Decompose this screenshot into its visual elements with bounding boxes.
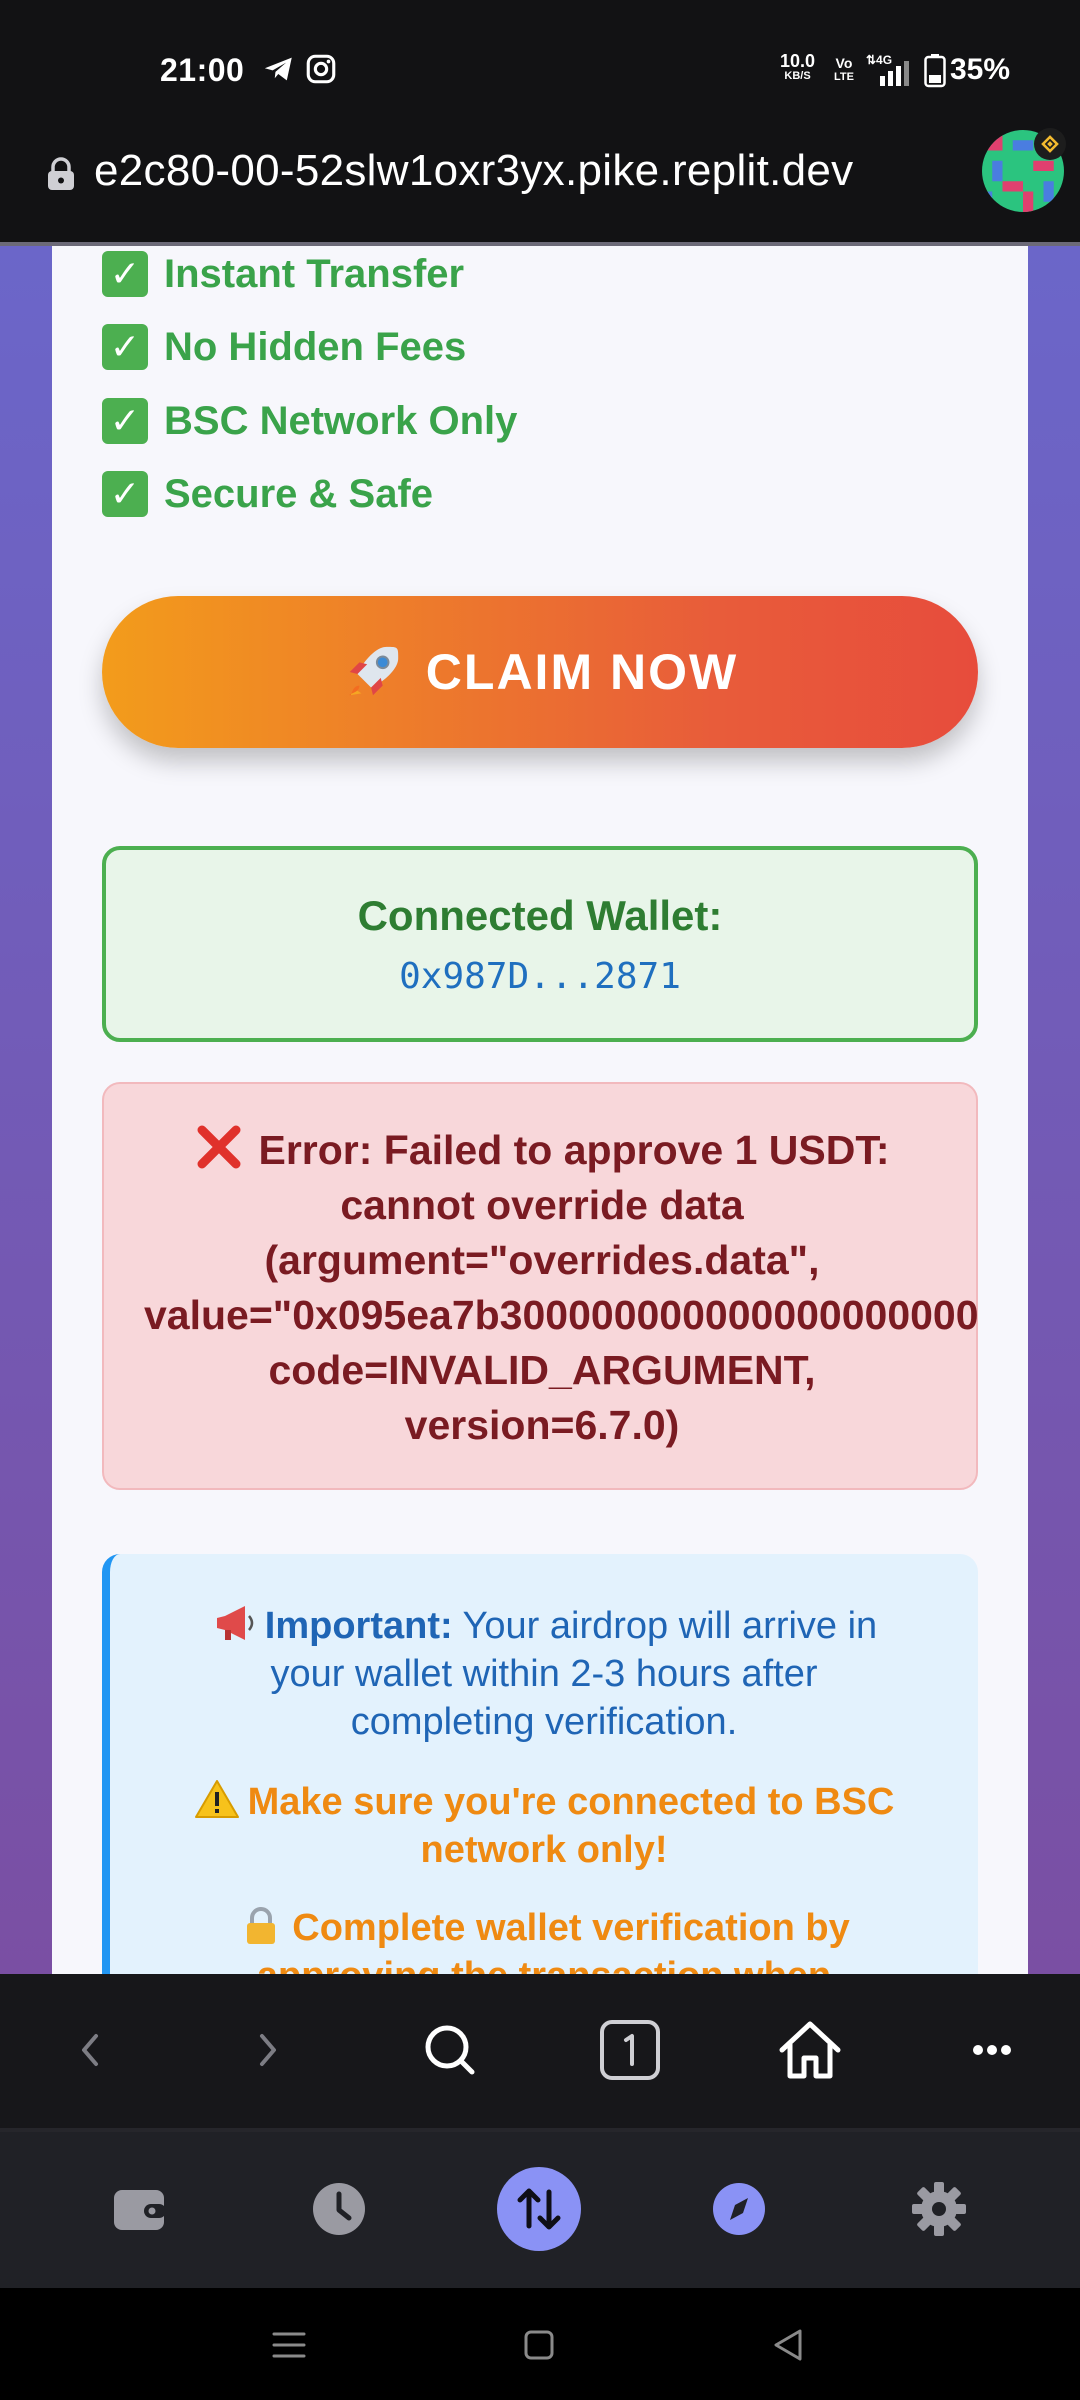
home-icon[interactable] <box>766 2006 854 2094</box>
instagram-icon <box>306 54 336 84</box>
feature-label: Secure & Safe <box>164 471 434 516</box>
error-line: code=INVALID_ARGUMENT, <box>268 1347 816 1393</box>
system-nav-bar <box>0 2288 1080 2400</box>
browser-url-bar[interactable]: e2c80-00-52slw1oxr3yx.pike.replit.dev <box>0 128 1080 244</box>
swap-icon[interactable] <box>496 2166 582 2252</box>
network-speed-value: 10.0 <box>780 51 816 71</box>
important-text: your wallet within 2-3 hours after <box>270 1653 818 1695</box>
volte-top: Vo <box>835 55 853 71</box>
battery-percent: 35% <box>950 53 1011 86</box>
bnb-badge-icon <box>1034 128 1066 160</box>
feature-item: ✓ BSC Network Only <box>102 397 518 445</box>
connected-wallet-box: Connected Wallet: 0x987D...2871 <box>102 846 978 1042</box>
feature-label: BSC Network Only <box>164 398 518 443</box>
url-text[interactable]: e2c80-00-52slw1oxr3yx.pike.replit.dev <box>94 146 854 196</box>
important-info-box: Important: Your airdrop will arrive in y… <box>102 1554 978 1974</box>
svg-text:⇅4G: ⇅4G <box>866 53 892 67</box>
warning-text: network only! <box>420 1829 668 1871</box>
cross-mark-icon <box>197 1125 241 1169</box>
volte-bottom: LTE <box>834 71 854 83</box>
battery-icon <box>924 54 946 88</box>
important-text: completing verification. <box>350 1701 738 1743</box>
connected-wallet-title: Connected Wallet: <box>357 892 723 939</box>
settings-icon[interactable] <box>896 2166 982 2252</box>
error-line: (argument="overrides.data", <box>264 1237 820 1283</box>
megaphone-icon <box>216 1606 254 1640</box>
search-icon[interactable] <box>406 2006 494 2094</box>
telegram-icon <box>264 57 292 81</box>
error-line-text: Error: Failed to approve 1 USDT: <box>258 1127 890 1173</box>
wallet-address: 0x987D...2871 <box>399 956 681 997</box>
claim-now-button[interactable]: CLAIM NOW <box>102 596 978 748</box>
check-mark-icon: ✓ <box>102 398 148 445</box>
check-mark-icon: ✓ <box>102 251 148 298</box>
error-message-box: Error: Failed to approve 1 USDT: cannot … <box>102 1082 980 1490</box>
important-label: Important: <box>264 1605 453 1647</box>
claim-now-label: CLAIM NOW <box>425 644 739 700</box>
browser-toolbar <box>0 1974 1080 2128</box>
status-bar: 21:00 10.0 KB/S Vo LTE ⇅4G 35% <box>0 0 1080 136</box>
important-text: Your airdrop will arrive in <box>462 1605 878 1647</box>
error-text: Error: Failed to approve 1 USDT: cannot … <box>104 1122 980 1453</box>
recents-icon[interactable] <box>266 2322 312 2368</box>
status-time: 21:00 <box>160 52 245 88</box>
signal-icon: ⇅4G <box>866 53 909 86</box>
feature-label: No Hidden Fees <box>164 324 467 369</box>
discover-icon[interactable] <box>696 2166 782 2252</box>
error-line: value="0x095ea7b300000000000000000000 <box>144 1292 979 1338</box>
feature-item: ✓ Secure & Safe <box>102 470 434 518</box>
tabs-icon[interactable] <box>586 2006 674 2094</box>
forward-icon[interactable] <box>224 2006 312 2094</box>
home-nav-icon[interactable] <box>516 2322 562 2368</box>
error-line: Error: Failed to approve 1 USDT: <box>104 1122 980 1178</box>
bsc-warning: Make sure you're connected to BSC networ… <box>110 1778 978 1874</box>
verification-text: approving the transaction when <box>110 1952 978 1974</box>
warning-text: Make sure you're connected to BSC <box>247 1781 895 1823</box>
important-notice: Important: Your airdrop will arrive in y… <box>110 1602 978 1746</box>
feature-item: ✓ Instant Transfer <box>102 250 465 298</box>
error-line: version=6.7.0) <box>404 1402 680 1448</box>
warning-icon <box>194 1780 239 1818</box>
lock-emoji-icon <box>247 1907 276 1944</box>
volte-indicator: Vo LTE <box>834 56 854 84</box>
check-mark-icon: ✓ <box>102 471 148 518</box>
error-line: cannot override data <box>340 1182 744 1228</box>
rocket-icon <box>349 646 398 696</box>
verification-notice: Complete wallet verification by approvin… <box>110 1904 978 1974</box>
wallet-icon[interactable] <box>96 2166 182 2252</box>
feature-item: ✓ No Hidden Fees <box>102 323 467 371</box>
airdrop-card: ✓ Instant Transfer ✓ No Hidden Fees ✓ BSC N… <box>52 246 1028 1974</box>
lock-icon[interactable] <box>44 156 78 192</box>
feature-label: Instant Transfer <box>164 251 465 296</box>
history-icon[interactable] <box>296 2166 382 2252</box>
back-nav-icon[interactable] <box>766 2322 812 2368</box>
back-icon[interactable] <box>46 2006 134 2094</box>
verification-text: Complete wallet verification by <box>292 1907 850 1949</box>
network-speed: 10.0 KB/S <box>780 51 816 84</box>
more-icon[interactable] <box>948 2006 1036 2094</box>
network-speed-unit: KB/S <box>784 70 811 82</box>
wallet-bottom-nav <box>0 2132 1080 2288</box>
check-mark-icon: ✓ <box>102 324 148 371</box>
web-page: ✓ Instant Transfer ✓ No Hidden Fees ✓ BSC N… <box>0 246 1080 1974</box>
